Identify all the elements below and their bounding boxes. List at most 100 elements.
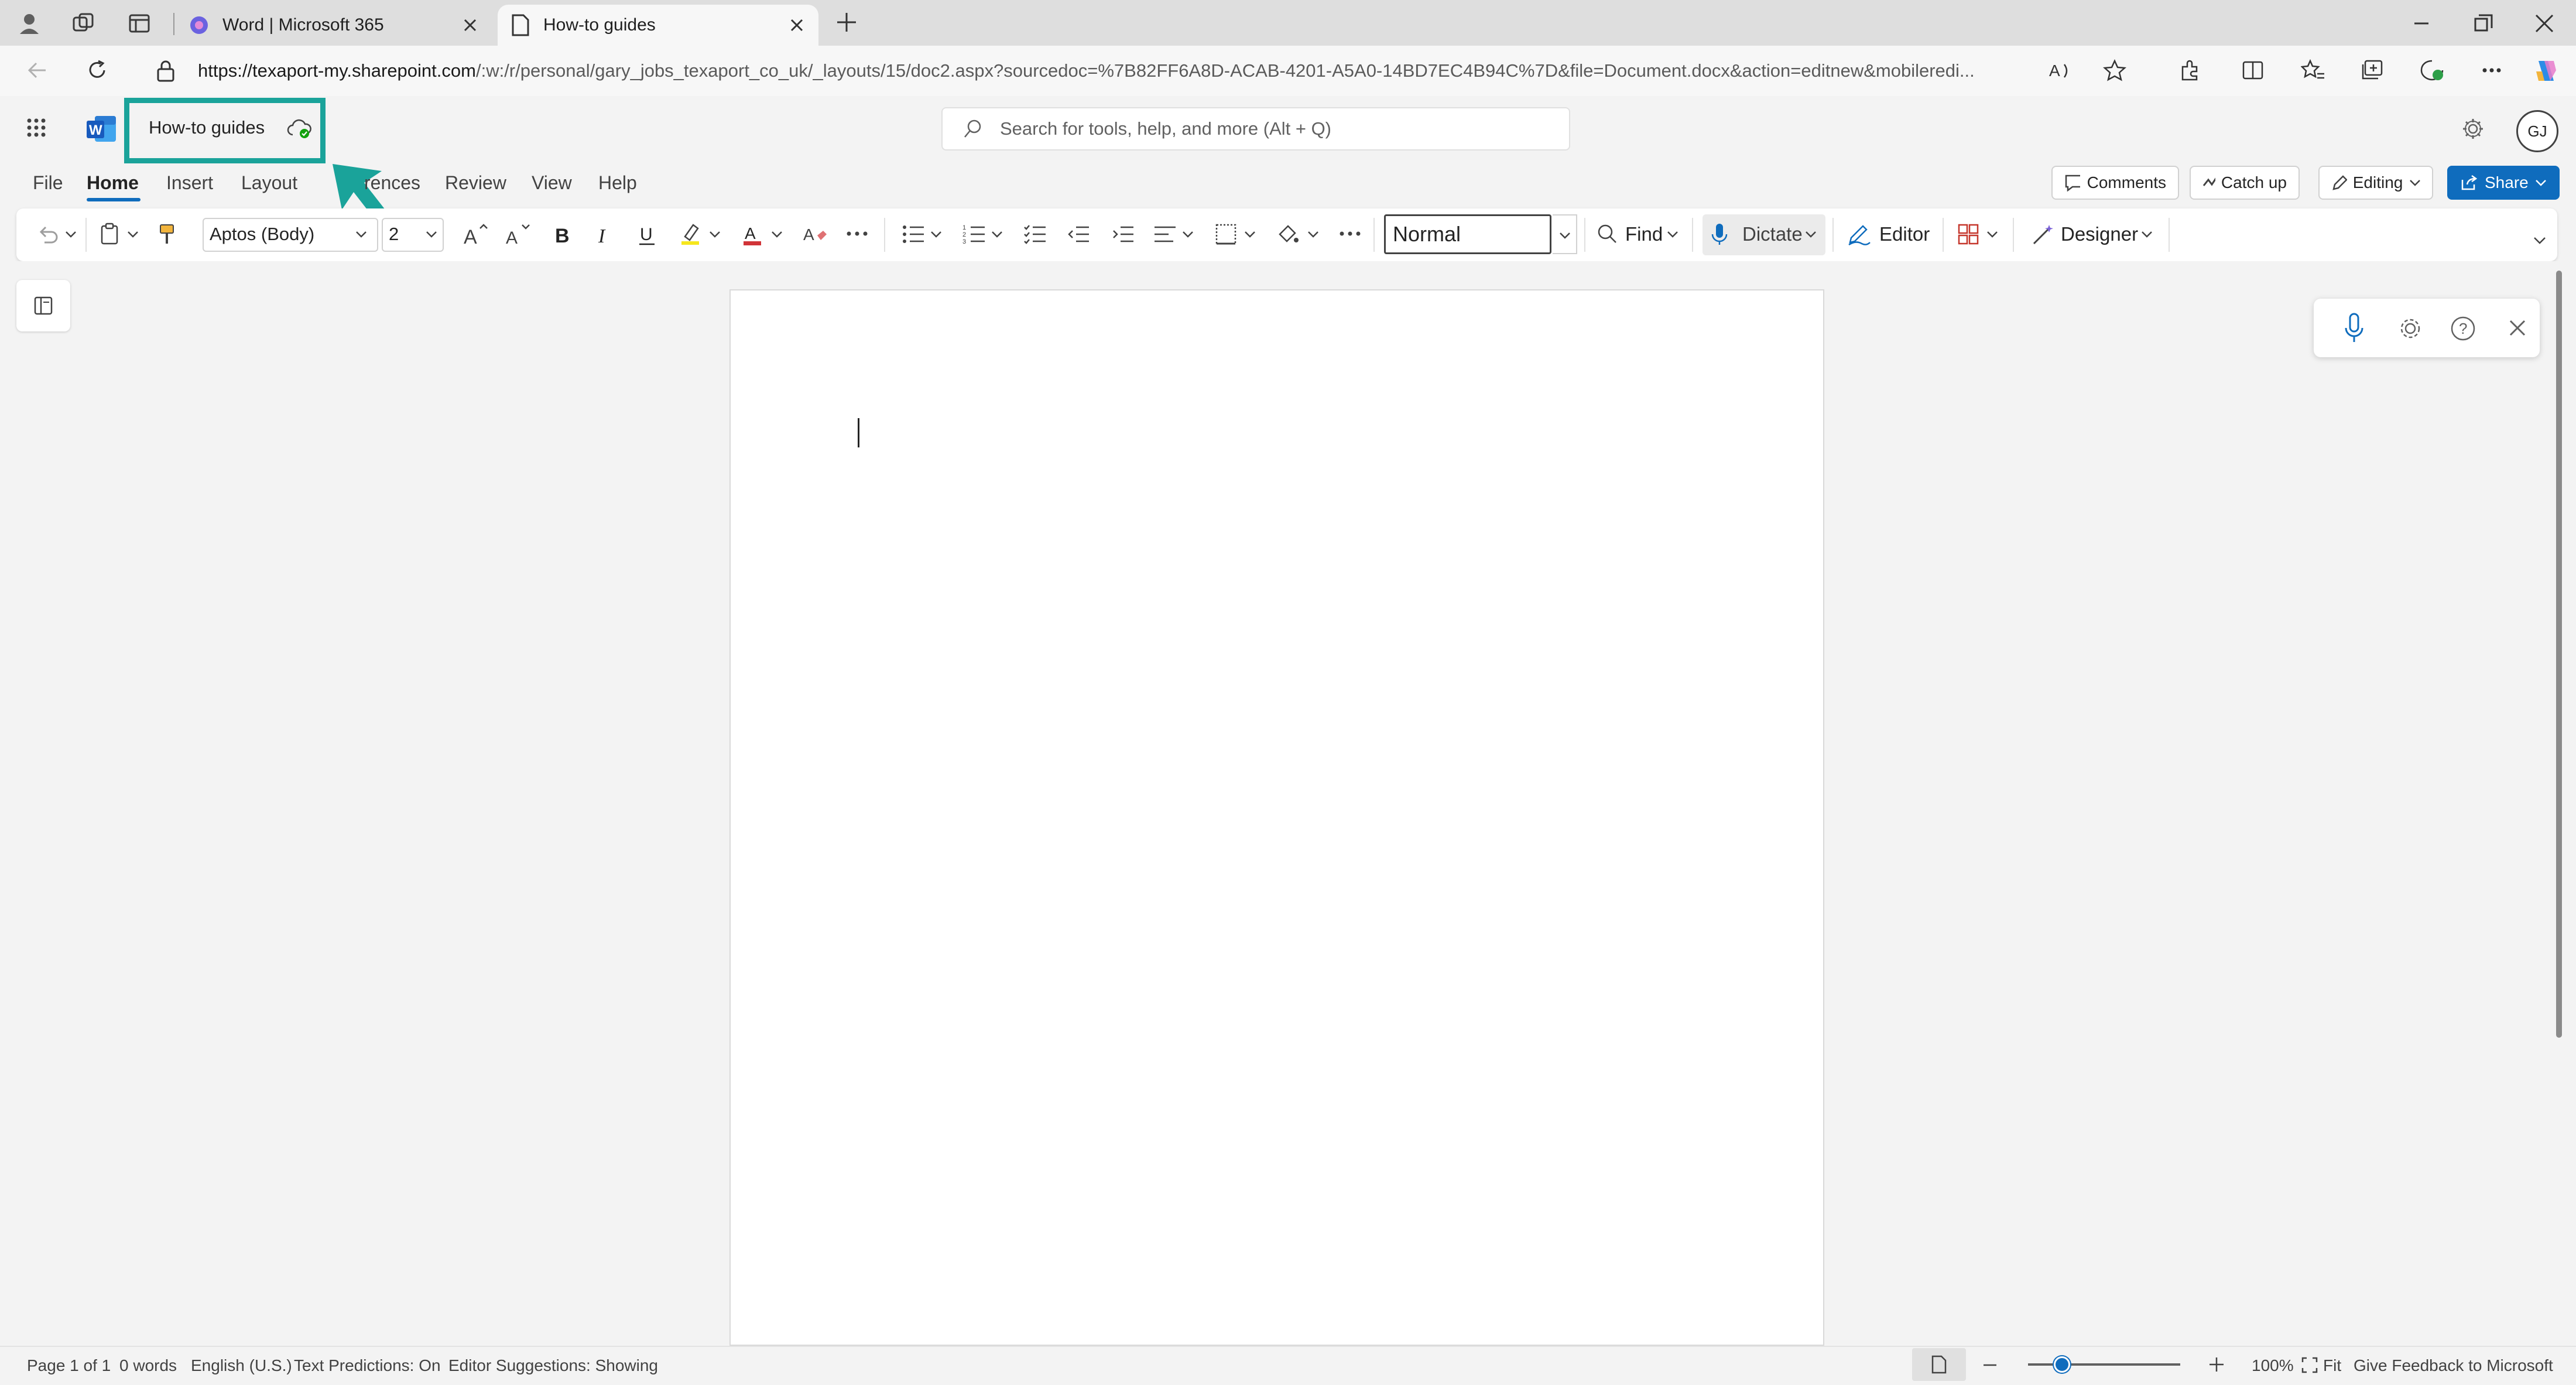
tab-word-microsoft-365[interactable]: Word | Microsoft 365: [176, 5, 492, 46]
editing-mode-button[interactable]: Editing: [2318, 166, 2433, 200]
share-button[interactable]: Share: [2447, 166, 2560, 200]
url-text[interactable]: https://texaport-my.sharepoint.com/:w:/r…: [198, 57, 1975, 84]
chevron-down-icon[interactable]: [1307, 230, 1320, 239]
chevron-down-icon[interactable]: [1666, 230, 1679, 239]
page-count[interactable]: Page 1 of 1: [27, 1356, 111, 1375]
checklist-icon[interactable]: [1023, 223, 1047, 246]
close-tab-icon[interactable]: [461, 16, 479, 34]
cloud-saved-icon[interactable]: [287, 117, 313, 139]
style-gallery[interactable]: Normal: [1384, 214, 1551, 254]
tab-home[interactable]: Home: [87, 170, 139, 196]
avatar[interactable]: GJ: [2516, 110, 2558, 152]
chevron-down-icon[interactable]: [425, 230, 438, 239]
bullets-icon[interactable]: [902, 223, 925, 246]
chevron-down-icon[interactable]: [770, 230, 783, 239]
comments-button[interactable]: Comments: [2051, 166, 2179, 200]
document-page[interactable]: [729, 289, 1824, 1346]
chevron-down-icon[interactable]: [64, 230, 77, 239]
borders-icon[interactable]: [1214, 223, 1238, 246]
workspaces-icon[interactable]: [71, 12, 95, 35]
search-icon[interactable]: [1596, 223, 1618, 246]
tab-file[interactable]: File: [33, 170, 63, 196]
extensions-icon[interactable]: [2178, 59, 2201, 82]
back-icon[interactable]: [26, 59, 49, 82]
settings-gear-icon[interactable]: [2461, 117, 2485, 141]
zoom-out-icon[interactable]: [1981, 1356, 1999, 1374]
word-logo-icon[interactable]: W: [85, 115, 117, 143]
zoom-slider-track[interactable]: [2028, 1363, 2180, 1366]
find-button[interactable]: Find: [1625, 223, 1663, 245]
zoom-slider-thumb[interactable]: [2054, 1356, 2070, 1373]
chevron-down-icon[interactable]: [1804, 230, 1817, 239]
format-painter-icon[interactable]: [157, 223, 178, 246]
chevron-down-icon[interactable]: [126, 230, 139, 239]
tab-review[interactable]: Review: [445, 170, 506, 196]
profile-icon[interactable]: [18, 12, 41, 35]
text-predictions-status[interactable]: Text Predictions: On: [294, 1356, 441, 1375]
chevron-down-icon[interactable]: [1181, 230, 1194, 239]
paste-clipboard-icon[interactable]: [98, 223, 122, 246]
clear-formatting-icon[interactable]: A: [802, 223, 828, 246]
increase-indent-icon[interactable]: [1111, 223, 1135, 246]
underline-icon[interactable]: U: [637, 223, 657, 246]
tab-insert[interactable]: Insert: [166, 170, 213, 196]
more-options-icon[interactable]: [2480, 61, 2503, 80]
fit-button[interactable]: Fit: [2323, 1356, 2341, 1375]
editor-suggestions-status[interactable]: Editor Suggestions: Showing: [448, 1356, 658, 1375]
vertical-scrollbar[interactable]: [2556, 271, 2562, 1038]
chevron-down-icon[interactable]: [355, 230, 368, 239]
numbering-icon[interactable]: 123: [962, 223, 986, 246]
copilot-icon[interactable]: [2533, 57, 2560, 84]
microphone-icon[interactable]: [2344, 313, 2364, 343]
designer-icon[interactable]: [2032, 223, 2056, 246]
chevron-down-icon[interactable]: [930, 230, 943, 239]
browser-essentials-icon[interactable]: [2419, 59, 2445, 82]
zoom-in-icon[interactable]: [2207, 1355, 2226, 1374]
new-tab-icon[interactable]: [835, 11, 858, 34]
dictation-settings-gear-icon[interactable]: [2397, 315, 2424, 342]
style-dropdown-button[interactable]: [1553, 214, 1577, 254]
tab-actions-icon[interactable]: [128, 12, 151, 35]
decrease-indent-icon[interactable]: [1067, 223, 1090, 246]
chevron-down-icon[interactable]: [1986, 230, 1999, 239]
help-icon[interactable]: ?: [2450, 315, 2476, 342]
favorite-star-icon[interactable]: [2103, 59, 2126, 82]
close-window-icon[interactable]: [2533, 12, 2556, 35]
tab-references[interactable]: rences: [364, 170, 420, 196]
align-left-icon[interactable]: [1153, 223, 1177, 246]
tab-how-to-guides[interactable]: How-to guides: [498, 5, 818, 46]
zoom-level[interactable]: 100%: [2252, 1356, 2294, 1375]
chevron-down-icon[interactable]: [1244, 230, 1256, 239]
expand-ribbon-icon[interactable]: [2533, 235, 2547, 246]
more-font-options-icon[interactable]: [844, 225, 870, 242]
tab-layout[interactable]: Layout: [241, 170, 297, 196]
highlighter-icon[interactable]: [679, 223, 703, 246]
favorites-icon[interactable]: [2301, 59, 2325, 82]
split-screen-icon[interactable]: [2241, 59, 2265, 82]
catch-up-button[interactable]: Catch up: [2190, 166, 2300, 200]
shrink-font-icon[interactable]: A: [505, 223, 532, 246]
collections-icon[interactable]: [2361, 59, 2384, 82]
read-aloud-icon[interactable]: A: [2049, 60, 2073, 82]
fit-icon[interactable]: [2301, 1356, 2318, 1374]
language-status[interactable]: English (U.S.): [191, 1356, 292, 1375]
minimize-icon[interactable]: [2411, 13, 2432, 34]
font-name-dropdown[interactable]: Aptos (Body): [203, 218, 378, 252]
navigation-pane-button[interactable]: [16, 280, 70, 331]
italic-icon[interactable]: I: [595, 223, 615, 246]
tab-help[interactable]: Help: [598, 170, 637, 196]
editor-button[interactable]: Editor: [1879, 223, 1930, 245]
chevron-down-icon[interactable]: [708, 230, 721, 239]
close-tab-icon[interactable]: [788, 16, 806, 34]
document-title[interactable]: How-to guides: [149, 117, 265, 138]
bold-icon[interactable]: B: [553, 223, 573, 246]
tab-view[interactable]: View: [532, 170, 572, 196]
refresh-icon[interactable]: [85, 59, 109, 82]
lock-icon[interactable]: [156, 60, 176, 82]
add-ins-icon[interactable]: [1957, 223, 1980, 246]
feedback-link[interactable]: Give Feedback to Microsoft: [2354, 1356, 2553, 1375]
chevron-down-icon[interactable]: [2140, 230, 2153, 239]
close-icon[interactable]: [2507, 317, 2528, 338]
app-launcher-icon[interactable]: [26, 117, 47, 138]
restore-icon[interactable]: [2472, 12, 2495, 35]
